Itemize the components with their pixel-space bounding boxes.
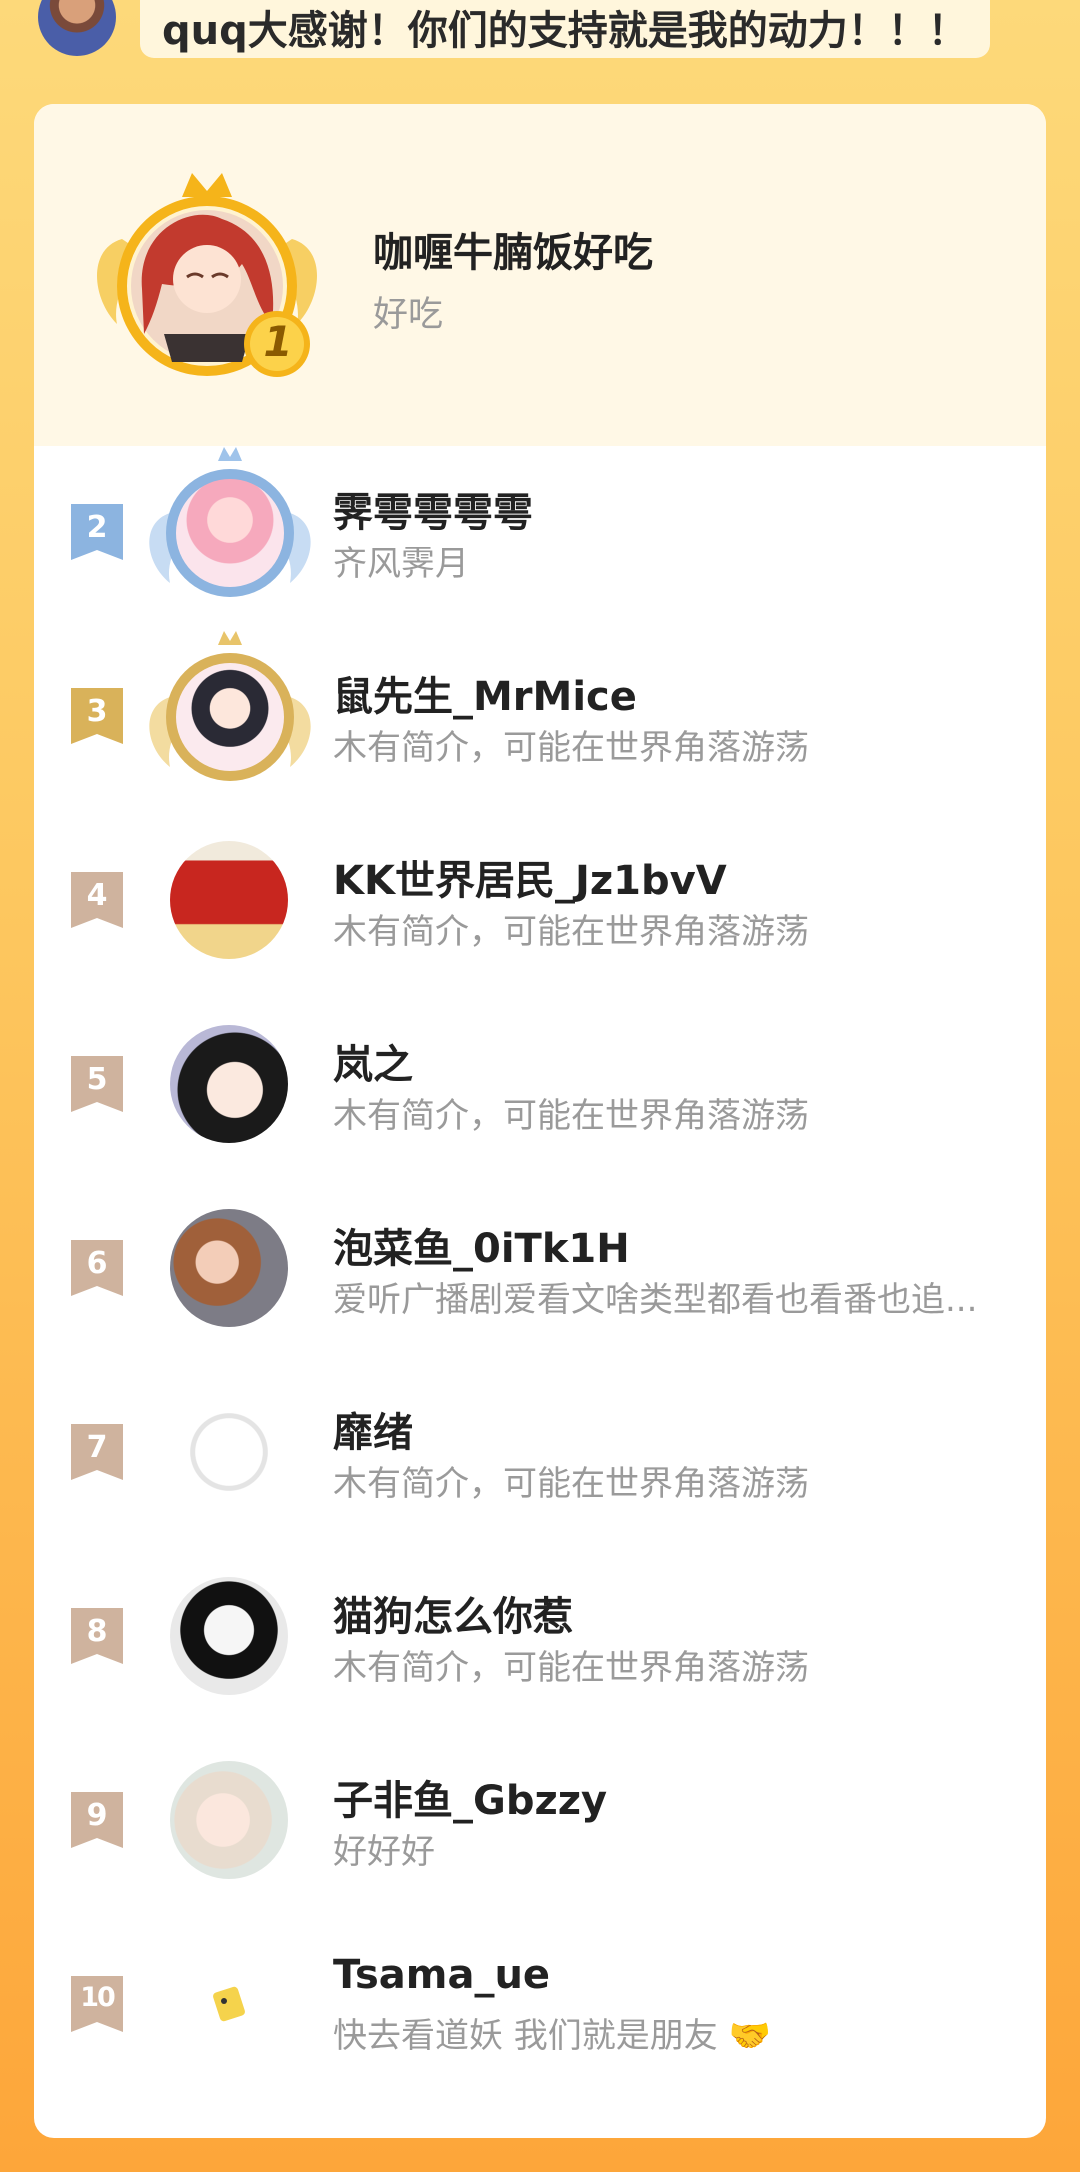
user-name: 猫狗怎么你惹 — [333, 1594, 573, 1640]
first-user-bio: 好吃 — [373, 295, 444, 335]
avatar[interactable] — [170, 1209, 290, 1329]
ranking-card: 1 咖喱牛腩饭好吃 好吃 2 霁雩雩雩雩 齐风霁月 3 鼠先生_MrMice 木… — [34, 104, 1046, 2138]
user-name: 岚之 — [333, 1042, 413, 1088]
user-name: KK世界居民_Jz1bvV — [333, 858, 727, 904]
rank-row-7[interactable]: 7 靡绪 木有简介，可能在世界角落游荡 — [34, 1376, 1046, 1526]
rank-number: 9 — [86, 1798, 108, 1833]
avatar[interactable] — [149, 631, 311, 781]
handshake-icon: 🤝 — [728, 2016, 771, 2056]
rank-badge: 3 — [71, 688, 123, 744]
rank-number: 7 — [86, 1430, 108, 1465]
rank-number: 2 — [86, 510, 108, 545]
rank-row-9[interactable]: 9 子非鱼_Gbzzy 好好好 — [34, 1744, 1046, 1894]
rank-row-2[interactable]: 2 霁雩雩雩雩 齐风霁月 — [34, 447, 1046, 606]
user-bio: 爱听广播剧爱看文啥类型都看也看番也追... — [333, 1280, 978, 1320]
user-bio: 木有简介，可能在世界角落游荡 — [333, 1464, 809, 1504]
rank-row-4[interactable]: 4 KK世界居民_Jz1bvV 木有简介，可能在世界角落游荡 — [34, 824, 1046, 974]
bio-text: 快去看道妖 我们就是朋友 — [333, 2016, 718, 2056]
avatar[interactable] — [170, 1945, 290, 2065]
avatar[interactable] — [170, 1393, 290, 1513]
rank-row-6[interactable]: 6 泡菜鱼_0iTk1H 爱听广播剧爱看文啥类型都看也看番也追... — [34, 1192, 1046, 1342]
avatar[interactable] — [170, 1025, 290, 1145]
first-user-name: 咖喱牛腩饭好吃 — [373, 230, 653, 276]
user-name: 子非鱼_Gbzzy — [333, 1778, 608, 1824]
rank-number: 5 — [86, 1062, 108, 1097]
rank-number: 8 — [86, 1614, 108, 1649]
banner-text: quq大感谢！你们的支持就是我的动力！！！ — [162, 8, 968, 54]
rank-number: 6 — [86, 1246, 108, 1281]
user-bio: 木有简介，可能在世界角落游荡 — [333, 1096, 809, 1136]
first-place-emblem: 1 — [82, 159, 332, 389]
rank-number: 4 — [86, 878, 108, 913]
rank-badge: 7 — [71, 1424, 123, 1480]
user-bio: 好好好 — [333, 1832, 435, 1872]
rank-badge: 6 — [71, 1240, 123, 1296]
rank-badge: 5 — [71, 1056, 123, 1112]
rank-row-3[interactable]: 3 鼠先生_MrMice 木有简介，可能在世界角落游荡 — [34, 631, 1046, 790]
rank-row-5[interactable]: 5 岚之 木有简介，可能在世界角落游荡 — [34, 1008, 1046, 1158]
first-place-row[interactable]: 1 咖喱牛腩饭好吃 好吃 — [34, 104, 1046, 446]
rank-badge: 8 — [71, 1608, 123, 1664]
avatar[interactable] — [170, 1577, 290, 1697]
user-bio: 快去看道妖 我们就是朋友 🤝 — [333, 2008, 771, 2057]
user-bio: 木有简介，可能在世界角落游荡 — [333, 728, 809, 768]
user-name: 霁雩雩雩雩 — [333, 490, 533, 536]
user-name: Tsama_ue — [333, 1952, 551, 1998]
user-bio: 木有简介，可能在世界角落游荡 — [333, 1648, 809, 1688]
rank-badge: 10 — [71, 1976, 123, 2032]
rank-badge: 2 — [71, 504, 123, 560]
rank-number: 3 — [86, 694, 108, 729]
avatar[interactable] — [170, 1761, 290, 1881]
rank-row-8[interactable]: 8 猫狗怎么你惹 木有简介，可能在世界角落游荡 — [34, 1560, 1046, 1710]
user-name: 泡菜鱼_0iTk1H — [333, 1226, 630, 1272]
user-name: 鼠先生_MrMice — [333, 674, 637, 720]
top-user-avatar[interactable] — [38, 0, 116, 56]
avatar[interactable] — [149, 447, 311, 597]
avatar[interactable] — [170, 841, 290, 961]
first-rank-number: 1 — [263, 317, 293, 366]
message-banner: quq大感谢！你们的支持就是我的动力！！！ — [140, 0, 990, 58]
rank-row-10[interactable]: 10 Tsama_ue 快去看道妖 我们就是朋友 🤝 — [34, 1928, 1046, 2078]
user-bio: 木有简介，可能在世界角落游荡 — [333, 912, 809, 952]
rank-number: 10 — [80, 1982, 116, 2013]
user-bio: 齐风霁月 — [333, 544, 469, 584]
rank-badge: 9 — [71, 1792, 123, 1848]
rank-badge: 4 — [71, 872, 123, 928]
user-name: 靡绪 — [333, 1410, 413, 1456]
